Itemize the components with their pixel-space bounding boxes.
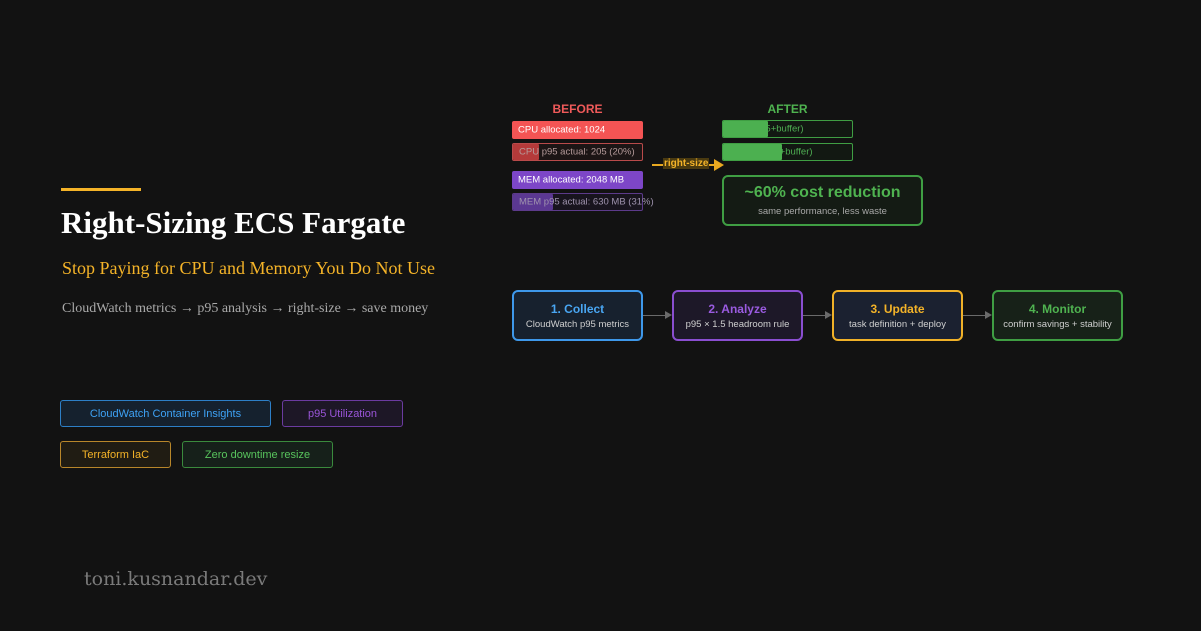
- right-size-arrow: right-size: [652, 157, 724, 173]
- arrow-right-icon: [825, 311, 832, 319]
- before-mem-allocated-label: MEM allocated: 2048 MB: [518, 174, 625, 186]
- before-cpu-allocated-bar: CPU allocated: 1024: [512, 121, 643, 139]
- step-collect-title: 1. Collect: [550, 302, 605, 316]
- step-collect-desc: CloudWatch p95 metrics: [525, 319, 630, 330]
- step-analyze-desc: p95 × 1.5 headroom rule: [685, 319, 790, 330]
- step-arrow-3: [963, 310, 992, 321]
- step-update: 3. Update task definition + deploy: [832, 290, 963, 341]
- accent-bar: [61, 188, 141, 191]
- tag-cloudwatch-container-insights: CloudWatch Container Insights: [60, 400, 271, 427]
- before-heading: BEFORE: [552, 102, 603, 116]
- after-mem-fill: [723, 144, 783, 160]
- tag-zero-downtime-resize: Zero downtime resize: [182, 441, 333, 468]
- step-update-title: 3. Update: [870, 302, 925, 316]
- page-subtitle: Stop Paying for CPU and Memory You Do No…: [62, 258, 436, 278]
- tag-p95-utilization: p95 Utilization: [282, 400, 403, 427]
- after-mem-bar: MB (fits p95+buffer): [722, 143, 853, 161]
- page-title: Right-Sizing ECS Fargate: [61, 205, 406, 240]
- step-analyze: 2. Analyze p95 × 1.5 headroom rule: [672, 290, 803, 341]
- step-collect: 1. Collect CloudWatch p95 metrics: [512, 290, 643, 341]
- footer-site: toni.kusnandar.dev: [84, 568, 268, 590]
- step-arrow-1: [643, 310, 672, 321]
- before-mem-actual-bar: MEM p95 actual: 630 MB (31%): [512, 193, 654, 211]
- before-cpu-allocated-label: CPU allocated: 1024: [518, 124, 606, 136]
- step-arrow-2: [803, 310, 832, 321]
- step-arrow-line: [963, 315, 985, 316]
- before-mem-actual-label: MEM p95 actual: 630 MB (31%): [519, 196, 654, 208]
- step-arrow-line: [803, 315, 825, 316]
- arrow-right-icon: [665, 311, 672, 319]
- tagline: CloudWatch metrics → p95 analysis → righ…: [62, 301, 429, 316]
- step-analyze-title: 2. Analyze: [708, 302, 767, 316]
- before-cpu-actual-bar: CPU p95 actual: 205 (20%): [512, 143, 643, 161]
- step-update-desc: task definition + deploy: [849, 319, 946, 330]
- step-arrow-line: [643, 315, 665, 316]
- after-cpu-fill: [723, 121, 769, 137]
- after-heading: AFTER: [767, 102, 808, 116]
- step-monitor: 4. Monitor confirm savings + stability: [992, 290, 1123, 341]
- step-monitor-desc: confirm savings + stability: [1003, 319, 1112, 330]
- savings-detail: same performance, less waste: [758, 206, 887, 217]
- step-monitor-title: 4. Monitor: [1028, 302, 1087, 316]
- savings-headline: ~60% cost reduction: [744, 184, 901, 201]
- before-mem-allocated-bar: MEM allocated: 2048 MB: [512, 171, 643, 189]
- after-cpu-bar: 5 (fits p95+buffer): [722, 120, 853, 138]
- arrow-right-icon: [985, 311, 992, 319]
- savings-box: ~60% cost reduction same performance, le…: [722, 175, 923, 226]
- tag-terraform-iac: Terraform IaC: [60, 441, 171, 468]
- right-size-label: right-size: [663, 158, 710, 169]
- before-cpu-actual-label: CPU p95 actual: 205 (20%): [519, 146, 635, 158]
